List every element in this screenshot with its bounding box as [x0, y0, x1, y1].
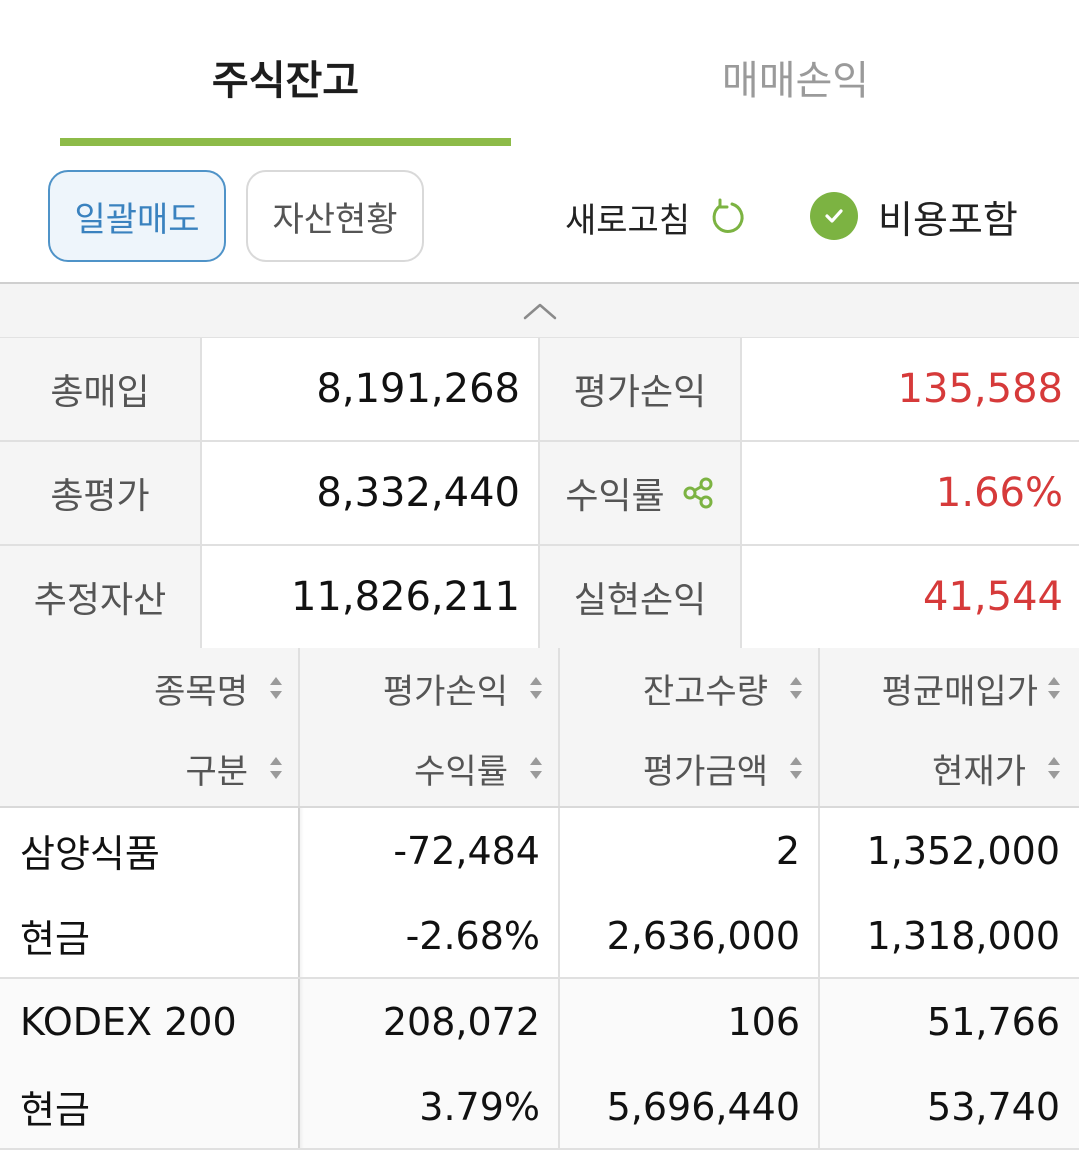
- tab-stock-balance[interactable]: 주식잔고: [60, 48, 511, 106]
- total-eval-value: 8,332,440: [202, 442, 540, 544]
- account-summary: 총매입 8,191,268 평가손익 135,588 총평가 8,332,440…: [0, 338, 1079, 650]
- summary-row: 총평가 8,332,440 수익률 1.66%: [0, 442, 1079, 546]
- return-rate-cell: 3.79%: [419, 1084, 540, 1129]
- total-purchase-value: 8,191,268: [202, 338, 540, 440]
- header-label: 평가손익: [382, 671, 508, 712]
- share-icon[interactable]: [681, 476, 715, 510]
- current-price-cell: 1,318,000: [866, 913, 1060, 958]
- eval-amount-cell: 5,696,440: [606, 1084, 800, 1129]
- toolbar: 일괄매도 자산현황 새로고침 비용포함: [0, 150, 1079, 282]
- asset-status-button[interactable]: 자산현황: [246, 170, 424, 262]
- sort-icon: [530, 677, 542, 699]
- sort-icon: [790, 677, 802, 699]
- header-type[interactable]: 구분: [0, 728, 282, 808]
- chevron-up-icon: [523, 303, 556, 319]
- eval-pl-cell: -72,484: [393, 828, 540, 873]
- est-assets-label: 추정자산: [0, 546, 202, 648]
- table-row[interactable]: KODEX 200 현금 208,072 3.79% 106 5,696,440…: [0, 979, 1079, 1150]
- est-assets-value: 11,826,211: [202, 546, 540, 648]
- return-rate-label: 수익률: [565, 476, 665, 517]
- header-label: 평가금액: [642, 751, 768, 792]
- check-circle-icon: [810, 192, 858, 240]
- stock-name: KODEX 200: [20, 999, 237, 1044]
- header-quantity[interactable]: 잔고수량: [560, 648, 802, 728]
- quantity-cell: 106: [727, 999, 800, 1044]
- table-header: 종목명 평가손익 잔고수량 평균매입가 구분 수익률 평가금액 현재가: [0, 648, 1079, 808]
- header-return-rate[interactable]: 수익률: [300, 728, 542, 808]
- return-rate-cell: 수익률: [540, 442, 742, 544]
- header-label: 현재가: [932, 751, 1026, 792]
- header-eval-pl[interactable]: 평가손익: [300, 648, 542, 728]
- realized-pl-value: 41,544: [923, 574, 1063, 620]
- summary-row: 추정자산 11,826,211 실현손익 41,544: [0, 546, 1079, 650]
- avg-price-cell: 1,352,000: [866, 828, 1060, 873]
- header-label: 종목명: [154, 671, 248, 712]
- eval-amount-cell: 2,636,000: [606, 913, 800, 958]
- header-avg-price[interactable]: 평균매입가: [820, 648, 1060, 728]
- refresh-icon: [712, 198, 744, 233]
- return-rate-cell: -2.68%: [405, 913, 540, 958]
- holdings-table: 종목명 평가손익 잔고수량 평균매입가 구분 수익률 평가금액 현재가 삼양식품: [0, 648, 1079, 1150]
- stock-name: 삼양식품: [20, 832, 160, 876]
- total-eval-label: 총평가: [0, 442, 202, 544]
- current-price-cell: 53,740: [927, 1084, 1060, 1129]
- include-cost-toggle[interactable]: 비용포함: [810, 186, 1018, 246]
- header-label: 구분: [185, 751, 248, 792]
- sort-icon: [1048, 677, 1060, 699]
- eval-pl-label: 평가손익: [540, 338, 742, 440]
- sort-icon: [790, 757, 802, 779]
- eval-pl-value: 135,588: [897, 366, 1063, 412]
- bulk-sell-button[interactable]: 일괄매도: [48, 170, 226, 262]
- account-type: 현금: [20, 1088, 90, 1132]
- summary-collapse-toggle[interactable]: [0, 282, 1079, 338]
- tab-trade-pl[interactable]: 매매손익: [570, 48, 1021, 106]
- sort-icon: [530, 757, 542, 779]
- refresh-button[interactable]: 새로고침: [565, 190, 748, 244]
- sort-icon: [270, 677, 282, 699]
- table-row[interactable]: 삼양식품 현금 -72,484 -2.68% 2 2,636,000 1,352…: [0, 808, 1079, 979]
- total-purchase-label: 총매입: [0, 338, 202, 440]
- summary-row: 총매입 8,191,268 평가손익 135,588: [0, 338, 1079, 442]
- include-cost-label: 비용포함: [878, 197, 1018, 242]
- active-tab-indicator: [60, 138, 511, 146]
- header-current-price[interactable]: 현재가: [820, 728, 1060, 808]
- quantity-cell: 2: [775, 828, 800, 873]
- sort-icon: [270, 757, 282, 779]
- refresh-label: 새로고침: [565, 200, 691, 241]
- sort-icon: [1048, 757, 1060, 779]
- header-stock-name[interactable]: 종목명: [0, 648, 282, 728]
- header-eval-amount[interactable]: 평가금액: [560, 728, 802, 808]
- header-label: 평균매입가: [881, 671, 1038, 712]
- account-type: 현금: [20, 917, 90, 961]
- eval-pl-cell: 208,072: [382, 999, 540, 1044]
- tab-bar: 주식잔고 매매손익: [0, 0, 1079, 150]
- avg-price-cell: 51,766: [927, 999, 1060, 1044]
- header-label: 잔고수량: [642, 671, 768, 712]
- realized-pl-label: 실현손익: [540, 546, 742, 648]
- return-rate-value: 1.66%: [935, 470, 1063, 516]
- header-label: 수익률: [414, 751, 508, 792]
